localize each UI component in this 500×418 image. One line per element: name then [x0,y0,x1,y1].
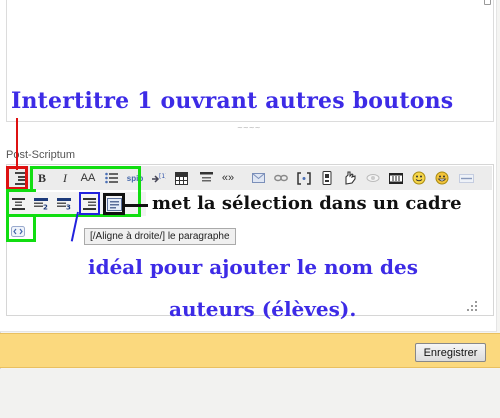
annotation-red-line [16,118,18,170]
annotation-black-box [103,193,125,215]
eye-icon[interactable] [364,169,382,187]
table-icon[interactable] [172,169,190,187]
hand-icon[interactable] [341,169,359,187]
annotation-frame-text: met la sélection dans un cadre [152,193,462,214]
device-icon[interactable] [318,169,336,187]
page-bottom [0,369,500,418]
envelope-icon[interactable] [249,169,267,187]
link-chain-icon[interactable] [272,169,290,187]
separator-icon[interactable] [457,169,475,187]
annotation-red-box [6,166,28,190]
film-icon[interactable] [387,169,405,187]
annotation-intertitle-text: Intertitre 1 ouvrant autres boutons [11,88,454,114]
intertitle-icon[interactable] [197,169,215,187]
smiley-icon[interactable] [410,169,428,187]
annotation-blue-box [79,192,100,215]
annotation-black-line [124,204,148,207]
annotation-green-frame-bottom [6,216,36,242]
corner-handle-icon [484,0,491,5]
bracket-icon[interactable] [295,169,313,187]
svg-text:[1]: [1] [159,173,166,180]
resize-grip[interactable]: ~~~~ [237,124,260,132]
footnote-button[interactable]: [1] [149,169,167,187]
tooltip: [/Aligne à droite/] le paragraphe [84,228,236,245]
save-button[interactable]: Enregistrer [415,343,486,362]
annotation-ideal-text-line2: auteurs (élèves). [169,297,357,321]
resize-handle-icon[interactable] [467,301,477,311]
quote-label: «» [221,172,235,184]
smiley-grin-icon[interactable] [433,169,451,187]
quote-button[interactable]: «» [219,169,237,187]
annotation-ideal-text-line1: idéal pour ajouter le nom des [88,255,418,279]
